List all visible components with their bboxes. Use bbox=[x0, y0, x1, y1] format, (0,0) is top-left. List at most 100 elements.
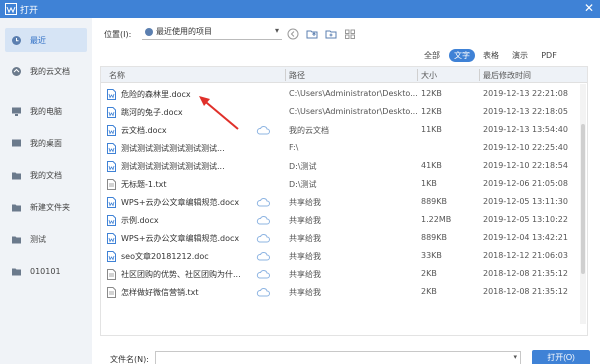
file-path: C:\Users\Administrator\Deskto... bbox=[289, 89, 417, 98]
file-path: C:\Users\Administrator\Deskto... bbox=[289, 107, 417, 116]
table-row[interactable]: 云文档.docx 我的云文档 11KB 2019-12-13 13:54:40 bbox=[101, 121, 587, 139]
file-list-header: 名称 路径 大小 最后修改时间 bbox=[101, 67, 587, 83]
file-size: 12KB bbox=[421, 89, 442, 98]
file-path: 共享给我 bbox=[289, 270, 321, 279]
file-modified-time: 2019-12-13 13:54:40 bbox=[483, 125, 568, 134]
wps-logo-icon bbox=[5, 3, 17, 15]
table-row[interactable]: 测试测试测试测试测试测试... D:\测试 41KB 2019-12-10 22:18… bbox=[101, 157, 587, 175]
scrollbar-thumb[interactable] bbox=[581, 124, 585, 274]
table-row[interactable]: 危险的森林里.docx C:\Users\Administrator\Deskto… bbox=[101, 85, 587, 103]
filter-presentation[interactable]: 演示 bbox=[508, 49, 532, 62]
table-row[interactable]: 无标题-1.txt D:\测试 1KB 2019-12-06 21:05:08 bbox=[101, 175, 587, 193]
table-row[interactable]: 怎样做好微信营销.txt 共享给我 2KB 2018-12-08 21:35:12 bbox=[101, 283, 587, 301]
sidebar-item-label: 测试 bbox=[30, 234, 46, 244]
file-size: 2KB bbox=[421, 269, 437, 278]
word-doc-icon bbox=[107, 197, 116, 208]
view-grid-icon[interactable] bbox=[344, 28, 356, 40]
up-folder-icon[interactable] bbox=[306, 28, 318, 40]
sidebar-item-label: 我的文档 bbox=[30, 170, 62, 180]
sidebar-item-label: 我的云文档 bbox=[30, 66, 70, 76]
filter-all[interactable]: 全部 bbox=[421, 49, 443, 62]
file-name: WPS+云办公文章编辑规范.docx bbox=[121, 234, 240, 243]
file-path: F:\ bbox=[289, 143, 299, 152]
word-doc-icon bbox=[107, 125, 116, 136]
column-header-size[interactable]: 大小 bbox=[421, 70, 437, 81]
file-name: 云文档.docx bbox=[121, 126, 167, 135]
file-modified-time: 2019-12-13 22:21:08 bbox=[483, 89, 568, 98]
close-icon[interactable]: ✕ bbox=[584, 1, 594, 15]
file-name: 危险的森林里.docx bbox=[121, 90, 191, 99]
file-size: 41KB bbox=[421, 161, 442, 170]
back-icon[interactable] bbox=[287, 28, 299, 40]
file-name: WPS+云办公文章编辑规范.docx bbox=[121, 198, 240, 207]
clock-icon bbox=[12, 35, 21, 45]
file-size: 33KB bbox=[421, 251, 442, 260]
sidebar-item-label: 我的桌面 bbox=[30, 138, 62, 148]
text-file-icon bbox=[107, 179, 116, 190]
column-header-name[interactable]: 名称 bbox=[109, 70, 125, 81]
table-row[interactable]: WPS+云办公文章编辑规范.docx 共享给我 889KB 2019-12-05 13… bbox=[101, 193, 587, 211]
location-select[interactable]: 最近使用的项目 ▾ bbox=[142, 24, 282, 40]
word-doc-icon bbox=[107, 89, 116, 100]
table-row[interactable]: 示例.docx 共享给我 1.22MB 2019-12-05 13:10:22 bbox=[101, 211, 587, 229]
sidebar-item-my-computer[interactable]: 我的电脑 bbox=[5, 99, 87, 123]
file-size: 1KB bbox=[421, 179, 437, 188]
sidebar-item-label: 最近 bbox=[30, 35, 46, 45]
file-size: 1.22MB bbox=[421, 215, 452, 224]
table-row[interactable]: WPS+云办公文章编辑规范.docx 共享给我 889KB 2019-12-04 13… bbox=[101, 229, 587, 247]
file-modified-time: 2019-12-13 22:18:05 bbox=[483, 107, 568, 116]
sidebar-item-010101[interactable]: 010101 bbox=[5, 259, 87, 283]
file-name: 无标题-1.txt bbox=[121, 180, 167, 189]
file-list: 名称 路径 大小 最后修改时间 危险的森林里.docx C:\Users\Admi… bbox=[100, 66, 588, 336]
folder-icon bbox=[12, 268, 21, 275]
filter-text[interactable]: 文字 bbox=[449, 49, 475, 62]
table-row[interactable]: seo文章20181212.doc 共享给我 33KB 2018-12-12 21:0… bbox=[101, 247, 587, 265]
scrollbar[interactable] bbox=[580, 84, 586, 324]
new-folder-icon[interactable] bbox=[325, 28, 337, 40]
sidebar-item-cloud-docs[interactable]: 我的云文档 bbox=[5, 59, 87, 83]
folder-icon bbox=[12, 236, 21, 243]
file-modified-time: 2019-12-06 21:05:08 bbox=[483, 179, 568, 188]
file-size: 11KB bbox=[421, 125, 442, 134]
table-row[interactable]: 跳河的兔子.docx C:\Users\Administrator\Deskto.… bbox=[101, 103, 587, 121]
file-path: 共享给我 bbox=[289, 198, 321, 207]
filter-pdf[interactable]: PDF bbox=[538, 49, 560, 62]
window-title: 打开 bbox=[20, 6, 39, 16]
sidebar-item-label: 我的电脑 bbox=[30, 106, 62, 116]
title-bar: 打开 ✕ bbox=[0, 0, 600, 18]
filename-input[interactable]: ▾ bbox=[155, 351, 521, 364]
cloud-doc-icon bbox=[12, 66, 21, 76]
file-name: 社区团购的优势、社区团购为什... bbox=[121, 270, 241, 279]
file-size: 12KB bbox=[421, 107, 442, 116]
cloud-sync-icon bbox=[256, 252, 270, 261]
cloud-sync-icon bbox=[256, 270, 270, 279]
sidebar-item-new-folder[interactable]: 新建文件夹 bbox=[5, 195, 87, 219]
sidebar-item-recent[interactable]: 最近 bbox=[5, 28, 87, 52]
word-doc-icon bbox=[107, 233, 116, 244]
table-row[interactable]: 社区团购的优势、社区团购为什... 共享给我 2KB 2018-12-08 21:35… bbox=[101, 265, 587, 283]
open-button[interactable]: 打开(O) bbox=[532, 350, 590, 364]
file-modified-time: 2019-12-04 13:42:21 bbox=[483, 233, 568, 242]
chevron-down-icon: ▾ bbox=[274, 26, 279, 35]
word-doc-icon bbox=[107, 161, 116, 172]
file-name: 跳河的兔子.docx bbox=[121, 108, 183, 117]
location-value: 最近使用的项目 bbox=[156, 27, 212, 36]
file-path: 共享给我 bbox=[289, 234, 321, 243]
file-modified-time: 2019-12-05 13:11:30 bbox=[483, 197, 568, 206]
sidebar-item-test[interactable]: 测试 bbox=[5, 227, 87, 251]
column-header-modified[interactable]: 最后修改时间 bbox=[483, 70, 531, 81]
folder-icon bbox=[12, 204, 21, 211]
file-name: 测试测试测试测试测试测试... bbox=[121, 144, 225, 153]
sidebar-item-my-documents[interactable]: 我的文档 bbox=[5, 163, 87, 187]
sidebar-item-my-desktop[interactable]: 我的桌面 bbox=[5, 131, 87, 155]
file-size: 889KB bbox=[421, 197, 448, 206]
table-row[interactable]: 测试测试测试测试测试测试... F:\ 2019-12-10 22:25:40 bbox=[101, 139, 587, 157]
column-header-path[interactable]: 路径 bbox=[289, 70, 305, 81]
file-size: 889KB bbox=[421, 233, 448, 242]
file-modified-time: 2019-12-10 22:18:54 bbox=[483, 161, 568, 170]
chevron-down-icon[interactable]: ▾ bbox=[513, 353, 517, 361]
file-modified-time: 2018-12-08 21:35:12 bbox=[483, 269, 568, 278]
file-name: seo文章20181212.doc bbox=[121, 252, 209, 261]
sidebar-item-label: 010101 bbox=[30, 266, 61, 276]
filter-spreadsheet[interactable]: 表格 bbox=[479, 49, 503, 62]
